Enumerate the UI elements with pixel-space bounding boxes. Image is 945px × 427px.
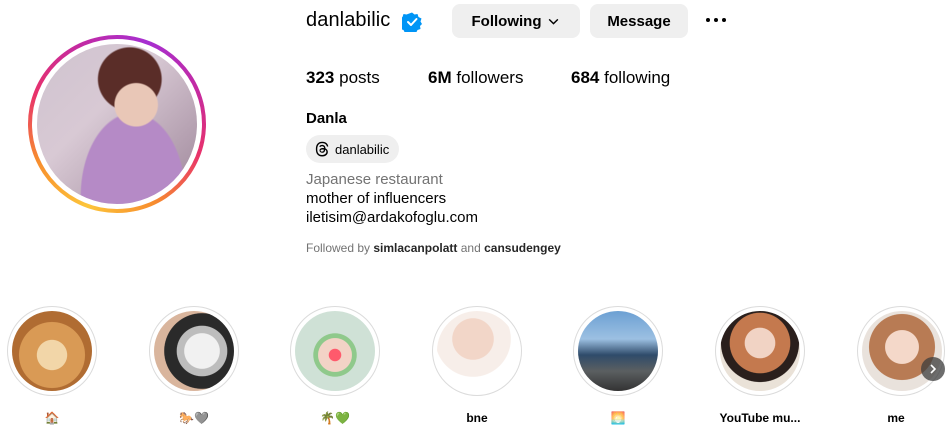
highlight-item[interactable] — [7, 306, 97, 396]
following-count: 684 — [571, 68, 600, 87]
following-label: following — [604, 68, 671, 87]
posts-stat: 323 posts — [306, 68, 380, 88]
highlight-item[interactable] — [857, 306, 945, 396]
highlight-label: 🌅 — [610, 411, 626, 425]
following-button[interactable]: Following — [452, 4, 580, 38]
more-options-icon[interactable] — [706, 10, 734, 30]
chevron-down-icon — [549, 18, 559, 25]
followed-by-user[interactable]: cansudengey — [484, 241, 561, 255]
highlight-cover — [12, 311, 92, 391]
highlight-cover — [154, 311, 234, 391]
profile-avatar[interactable] — [28, 35, 206, 213]
threads-icon — [315, 141, 329, 157]
highlight-item[interactable] — [573, 306, 663, 396]
highlights-next-arrow-icon[interactable] — [921, 357, 945, 381]
highlight-item[interactable] — [715, 306, 805, 396]
following-button-label: Following — [471, 12, 542, 30]
followed-by-and: and — [460, 241, 481, 255]
highlight-label: 🏠 — [44, 411, 60, 425]
followed-by[interactable]: Followed by simlacanpolatt and cansudeng… — [306, 241, 561, 255]
full-name: Danla — [306, 110, 347, 127]
highlight-cover — [578, 311, 658, 391]
avatar-inner-border — [32, 39, 202, 209]
highlight-label: YouTube mu... — [719, 411, 801, 425]
followers-count: 6M — [428, 68, 452, 87]
username: danlabilic — [306, 9, 391, 31]
followers-stat[interactable]: 6M followers — [428, 68, 523, 88]
message-button[interactable]: Message — [590, 4, 688, 38]
posts-label: posts — [339, 68, 380, 87]
highlight-cover — [295, 311, 375, 391]
posts-count: 323 — [306, 68, 335, 87]
following-stat[interactable]: 684 following — [571, 68, 670, 88]
threads-handle: danlabilic — [335, 141, 390, 157]
highlight-item[interactable] — [432, 306, 522, 396]
bio-line: mother of influencers — [306, 190, 447, 207]
highlight-label: 🌴💚 — [320, 411, 350, 425]
followed-by-user[interactable]: simlacanpolatt — [373, 241, 457, 255]
highlight-item[interactable] — [290, 306, 380, 396]
avatar-photo — [37, 44, 197, 204]
followers-label: followers — [456, 68, 524, 87]
highlight-cover — [720, 311, 800, 391]
highlight-label: me — [887, 411, 905, 425]
highlight-item[interactable] — [149, 306, 239, 396]
chevron-right-icon — [930, 364, 937, 374]
highlight-label: 🐎🩶 — [179, 411, 209, 425]
bio-email[interactable]: iletisim@ardakofoglu.com — [306, 209, 478, 226]
highlight-label: bne — [466, 411, 488, 425]
category-label: Japanese restaurant — [306, 171, 443, 188]
threads-link[interactable]: danlabilic — [306, 135, 400, 163]
verified-badge-icon — [402, 12, 422, 32]
highlight-cover — [437, 311, 517, 391]
followed-by-prefix: Followed by — [306, 241, 371, 255]
